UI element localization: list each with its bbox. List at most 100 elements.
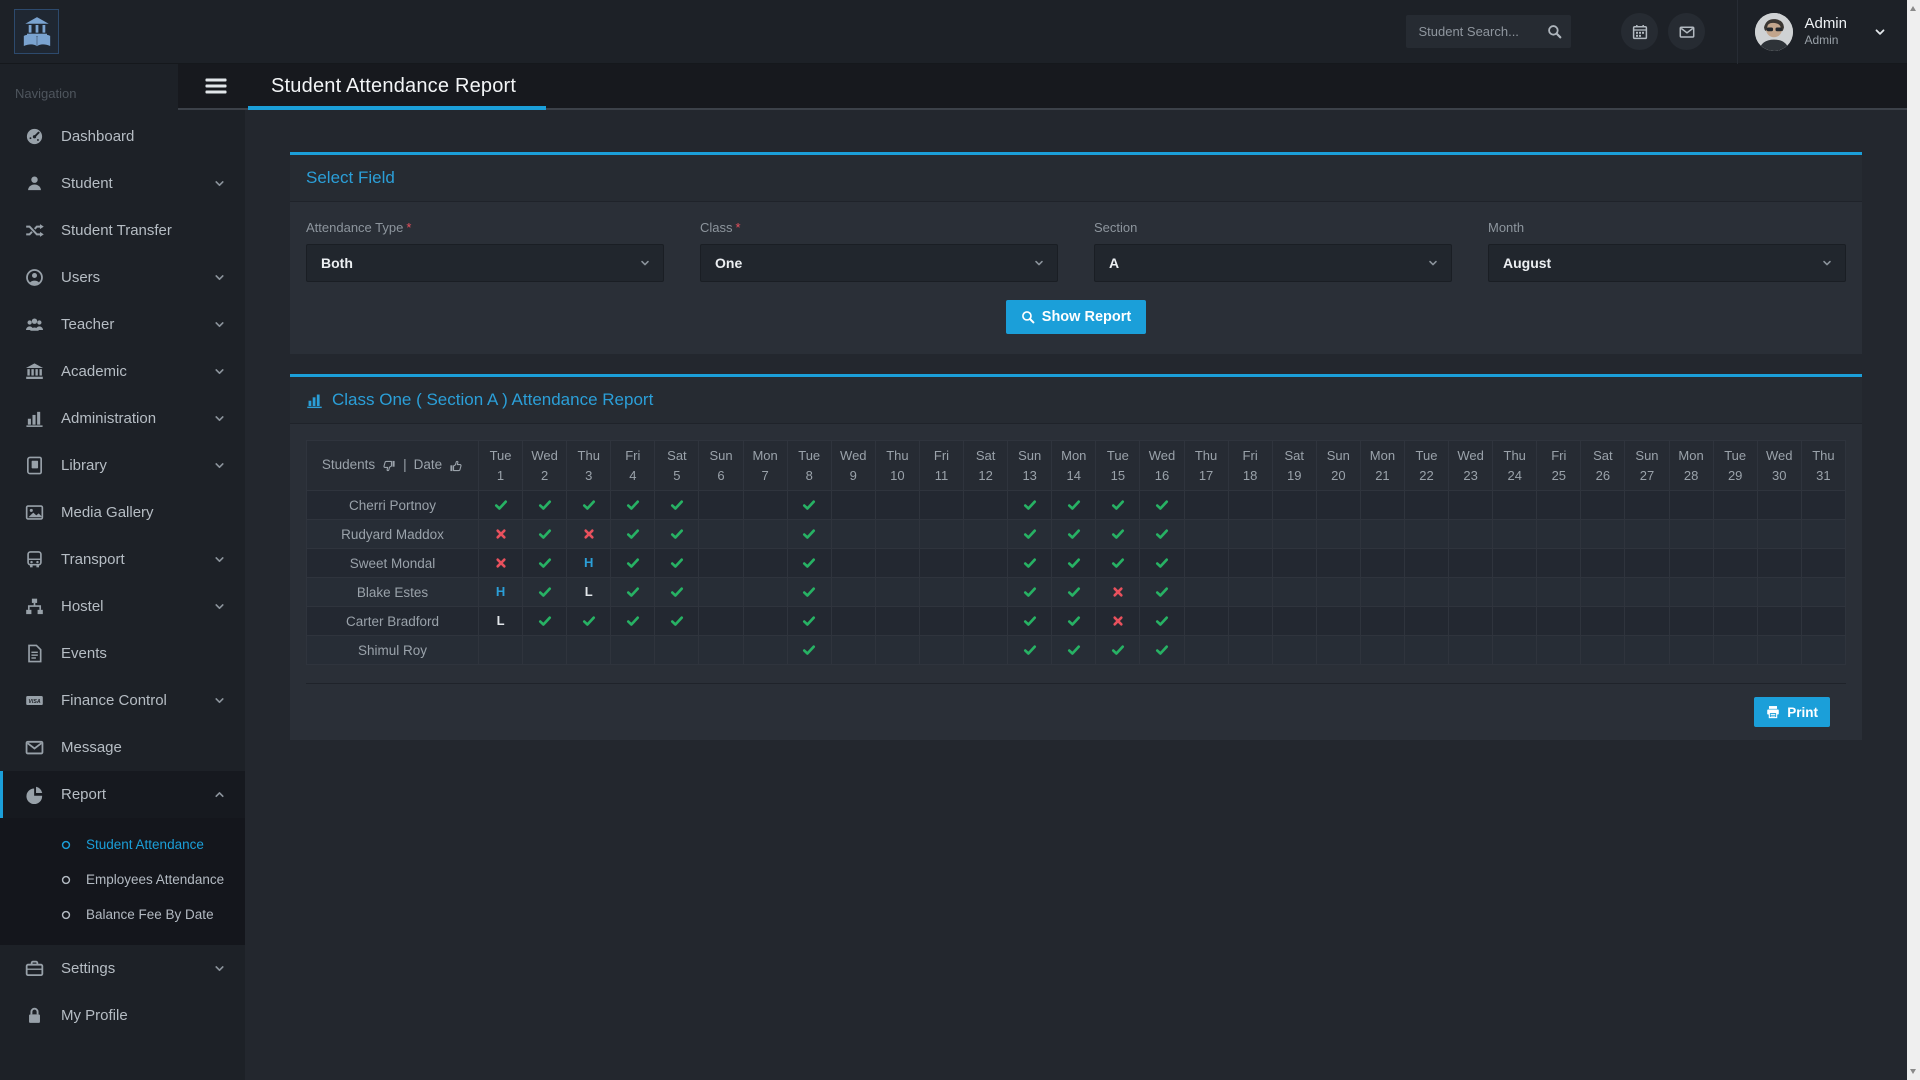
sidebar-item-label: Users xyxy=(61,269,100,286)
sidebar-item-library[interactable]: Library xyxy=(0,442,245,489)
content: Select Field Attendance Type*BothClass*O… xyxy=(245,112,1907,1080)
attendance-report-panel: Class One ( Section A ) Attendance Repor… xyxy=(290,374,1862,740)
attendance-cell xyxy=(655,520,699,549)
submenu-item-student-attendance[interactable]: Student Attendance xyxy=(0,827,245,862)
thumbs-up-icon[interactable] xyxy=(449,459,463,473)
sidebar-item-events[interactable]: Events xyxy=(0,630,245,677)
messages-button[interactable] xyxy=(1668,13,1705,50)
sidebar-item-academic[interactable]: Academic xyxy=(0,348,245,395)
sidebar-item-teacher[interactable]: Teacher xyxy=(0,301,245,348)
chevron-down-icon xyxy=(213,271,226,284)
sidebar-item-my-profile[interactable]: My Profile xyxy=(0,992,245,1039)
sidebar-nav: DashboardStudentStudent Transfer Users Tea… xyxy=(0,113,245,1039)
present-check-icon xyxy=(1023,498,1037,512)
day-header: Wed2 xyxy=(523,441,567,491)
sidebar-item-finance-control[interactable]: VISAFinance Control xyxy=(0,677,245,724)
sidebar: Navigation DashboardStudentStudent Trans… xyxy=(0,64,245,1080)
attendance-type-select[interactable]: Both xyxy=(306,244,664,282)
day-header: Sat5 xyxy=(655,441,699,491)
attendance-cell xyxy=(523,578,567,607)
sidebar-item-message[interactable]: Message xyxy=(0,724,245,771)
calendar-button[interactable] xyxy=(1621,13,1658,50)
submenu-item-balance-fee-by-date[interactable]: Balance Fee By Date xyxy=(0,897,245,932)
sidebar-item-settings[interactable]: Settings xyxy=(0,945,245,992)
svg-text:VISA: VISA xyxy=(28,699,40,705)
attendance-cell xyxy=(1757,549,1801,578)
attendance-cell xyxy=(1228,607,1272,636)
attendance-cell xyxy=(1360,578,1404,607)
student-name: Blake Estes xyxy=(307,578,479,607)
page-title: Student Attendance Report xyxy=(271,75,516,98)
app-logo[interactable] xyxy=(14,9,59,54)
attendance-cell xyxy=(611,607,655,636)
attendance-cell xyxy=(655,549,699,578)
scroll-up-arrow[interactable] xyxy=(1910,6,1916,11)
attendance-cell xyxy=(1140,491,1184,520)
present-check-icon xyxy=(582,614,596,628)
present-check-icon xyxy=(538,614,552,628)
attendance-cell xyxy=(1581,491,1625,520)
present-check-icon xyxy=(802,498,816,512)
present-check-icon xyxy=(1067,527,1081,541)
attendance-cell xyxy=(567,636,611,665)
sidebar-item-label: Teacher xyxy=(61,316,114,333)
print-button[interactable]: Print xyxy=(1754,697,1830,727)
sidebar-item-media-gallery[interactable]: Media Gallery xyxy=(0,489,245,536)
attendance-cell xyxy=(1184,607,1228,636)
student-name: Sweet Mondal xyxy=(307,549,479,578)
scroll-down-arrow[interactable] xyxy=(1910,1069,1916,1074)
attendance-cell xyxy=(1713,578,1757,607)
class-select[interactable]: One xyxy=(700,244,1058,282)
sidebar-item-student[interactable]: Student xyxy=(0,160,245,207)
attendance-cell xyxy=(919,607,963,636)
attendance-cell xyxy=(1537,549,1581,578)
month-select[interactable]: August xyxy=(1488,244,1846,282)
sidebar-item-student-transfer[interactable]: Student Transfer xyxy=(0,207,245,254)
attendance-cell xyxy=(964,549,1008,578)
attendance-cell: L xyxy=(479,607,523,636)
attendance-cell xyxy=(1757,607,1801,636)
file-icon xyxy=(25,644,44,663)
menu-icon[interactable] xyxy=(204,74,228,98)
attendance-cell xyxy=(831,636,875,665)
thumbs-down-icon[interactable] xyxy=(382,459,396,473)
chevron-down-icon xyxy=(213,962,226,975)
teacher-icon xyxy=(25,315,44,334)
user-menu[interactable]: Admin Admin xyxy=(1738,13,1907,51)
vertical-scrollbar[interactable] xyxy=(1907,0,1920,1080)
select-value: One xyxy=(715,255,742,271)
students-date-header[interactable]: Students | Date xyxy=(307,441,479,491)
show-report-button[interactable]: Show Report xyxy=(1006,300,1146,334)
bar-chart-icon xyxy=(25,409,44,428)
sidebar-item-report[interactable]: Report xyxy=(0,771,245,818)
day-header: Wed16 xyxy=(1140,441,1184,491)
attendance-cell xyxy=(743,520,787,549)
attendance-cell xyxy=(787,549,831,578)
attendance-cell xyxy=(1052,549,1096,578)
chevron-down-icon xyxy=(213,365,226,378)
attendance-cell: H xyxy=(479,578,523,607)
attendance-cell xyxy=(1360,520,1404,549)
sidebar-item-transport[interactable]: Transport xyxy=(0,536,245,583)
sidebar-item-users[interactable]: Users xyxy=(0,254,245,301)
attendance-cell xyxy=(1801,491,1845,520)
present-check-icon xyxy=(1111,643,1125,657)
attendance-cell xyxy=(1140,607,1184,636)
school-logo-icon xyxy=(20,15,54,49)
search-icon[interactable] xyxy=(1547,24,1562,39)
attendance-cell xyxy=(964,491,1008,520)
day-header: Mon14 xyxy=(1052,441,1096,491)
section-select[interactable]: A xyxy=(1094,244,1452,282)
submenu-item-employees-attendance[interactable]: Employees Attendance xyxy=(0,862,245,897)
field-label: Section xyxy=(1094,220,1452,235)
chevron-down-icon[interactable] xyxy=(1873,25,1887,39)
attendance-cell xyxy=(1713,607,1757,636)
present-check-icon xyxy=(670,614,684,628)
sidebar-item-dashboard[interactable]: Dashboard xyxy=(0,113,245,160)
filter-field-attendance-type: Attendance Type*Both xyxy=(306,220,664,282)
attendance-cell xyxy=(699,491,743,520)
attendance-cell xyxy=(1140,520,1184,549)
attendance-cell xyxy=(743,549,787,578)
sidebar-item-hostel[interactable]: Hostel xyxy=(0,583,245,630)
sidebar-item-administration[interactable]: Administration xyxy=(0,395,245,442)
